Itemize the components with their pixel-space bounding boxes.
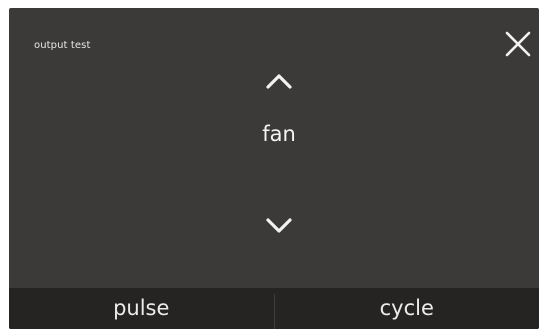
bottom-action-bar: pulse cycle — [9, 288, 539, 329]
previous-output-button[interactable] — [261, 68, 297, 94]
screen-title: output test — [34, 40, 91, 51]
chevron-down-icon — [266, 218, 292, 233]
next-output-button[interactable] — [261, 212, 297, 238]
close-icon — [505, 31, 531, 57]
output-test-screen: output test fan pulse cycle — [9, 8, 539, 329]
chevron-up-icon — [266, 74, 292, 89]
close-button[interactable] — [502, 28, 534, 60]
selected-output-value: fan — [262, 122, 296, 146]
cycle-button[interactable]: cycle — [275, 288, 540, 329]
pulse-button[interactable]: pulse — [9, 288, 274, 329]
